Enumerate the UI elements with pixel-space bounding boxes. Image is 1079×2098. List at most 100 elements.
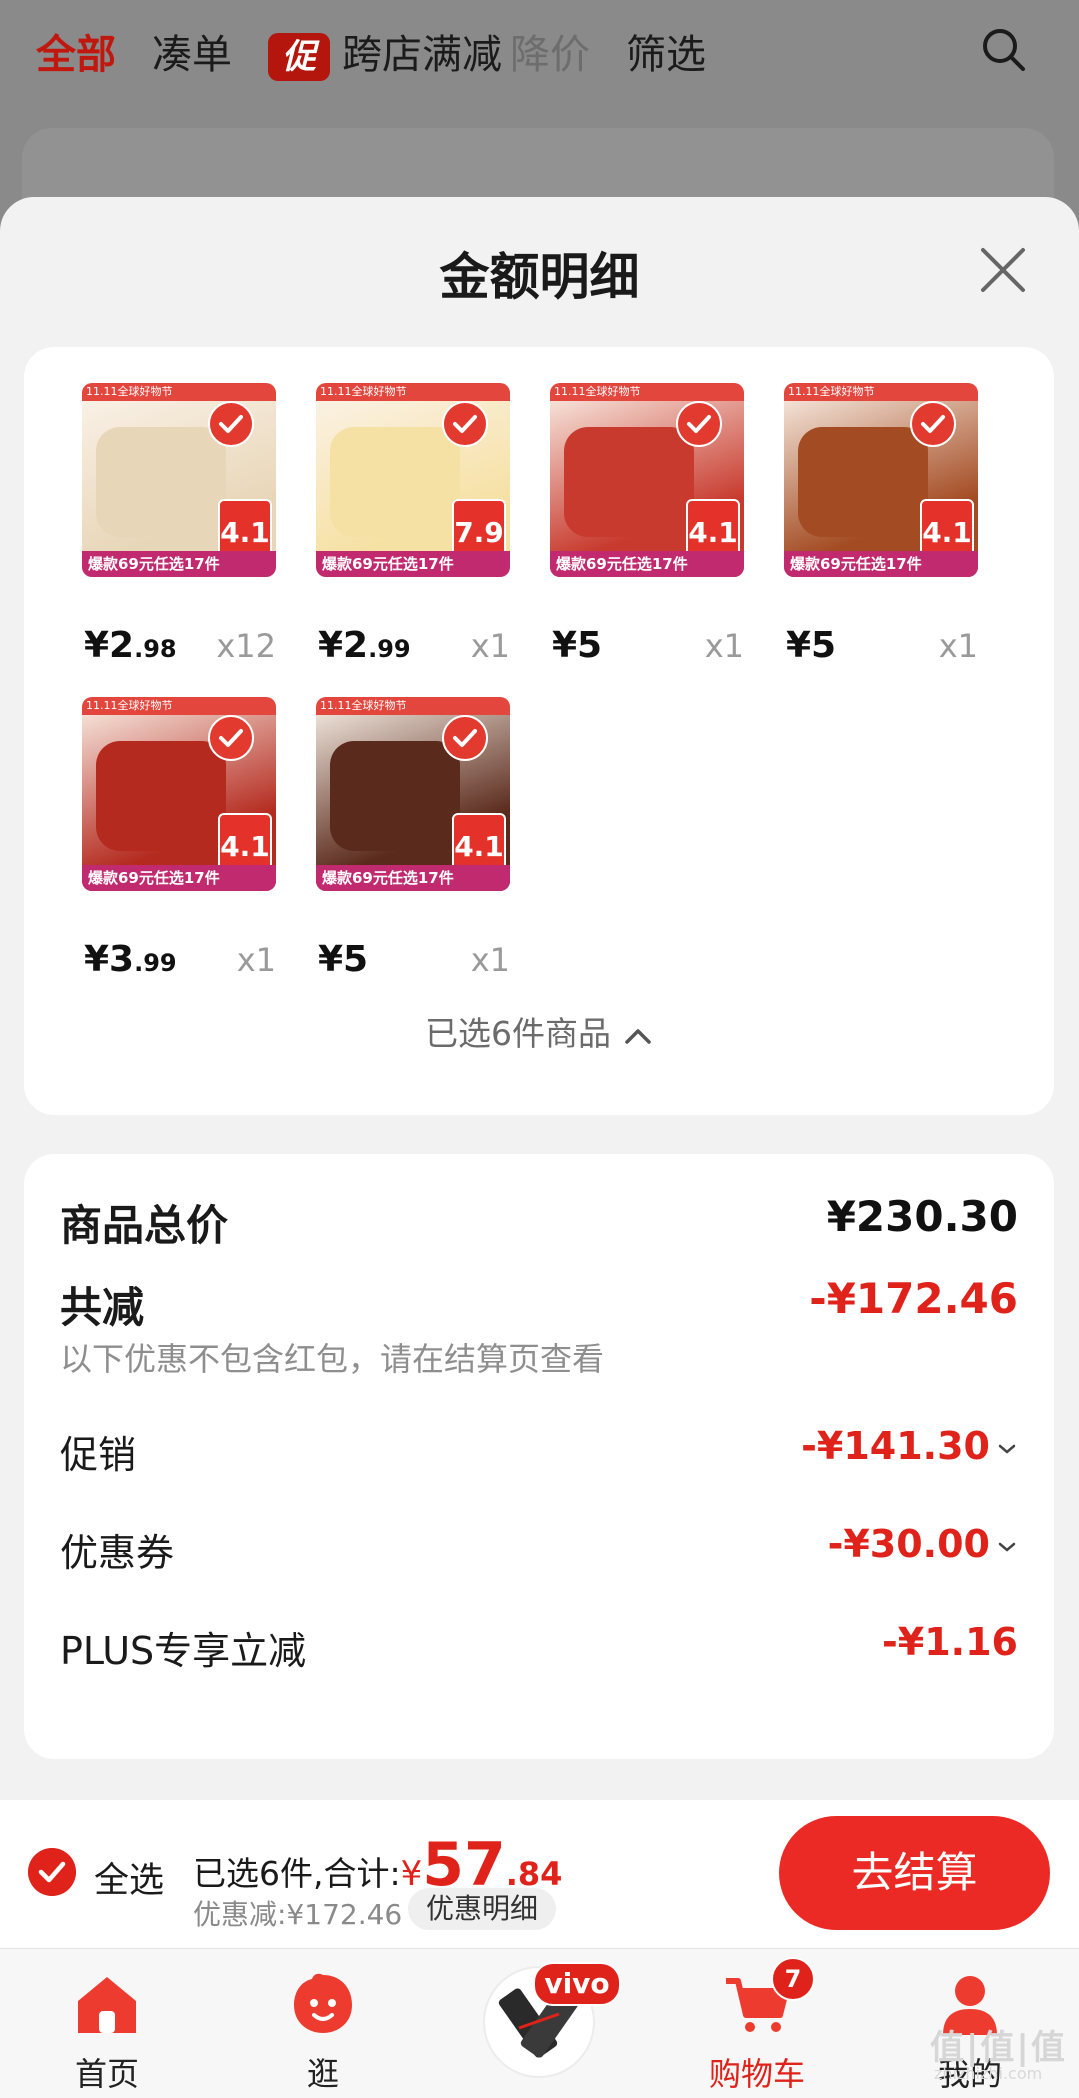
total-reduce-label: 共减 bbox=[60, 1283, 145, 1332]
discount-detail-button[interactable]: 优惠明细 bbox=[408, 1888, 557, 1930]
top-tab-bar: 全部 凑单 促跨店满减 降价 筛选 bbox=[0, 0, 1079, 110]
home-icon bbox=[78, 1977, 136, 2033]
product-image bbox=[330, 427, 460, 537]
product-price-main: ¥5 bbox=[552, 625, 603, 666]
total-reduce-value: -¥172.46 bbox=[809, 1274, 1018, 1323]
product-price-main: ¥2 bbox=[318, 625, 369, 666]
product-thumbnail[interactable]: 11.11全球好物节 7.9 爆款69元任选17件 bbox=[316, 383, 510, 577]
product-promo-band: 爆款69元任选17件 bbox=[316, 865, 510, 891]
tabbar-cart[interactable]: 7 购物车 bbox=[687, 1949, 827, 2098]
product-checked-icon[interactable] bbox=[442, 401, 488, 447]
discount-summary: 优惠减:¥172.46 bbox=[193, 1898, 403, 1931]
product-thumbnail[interactable]: 11.11全球好物节 4.1 爆款69元任选17件 bbox=[316, 697, 510, 891]
tab-filter[interactable]: 筛选 bbox=[626, 22, 706, 80]
tabbar-browse-label: 逛 bbox=[306, 2055, 339, 2093]
product-image bbox=[96, 741, 226, 851]
product-price: ¥5 bbox=[318, 939, 368, 980]
product-price-decimal: .98 bbox=[134, 635, 177, 663]
amount-detail-sheet: 金额明细 11.11全球好物节 4.1 爆款69元任选17件 ¥2.98 x12 11.1… bbox=[0, 197, 1079, 1800]
product-price-main: ¥5 bbox=[786, 625, 837, 666]
promo-badge: 促 bbox=[268, 33, 330, 81]
product-price: ¥2.99 bbox=[318, 625, 411, 666]
product-quantity: x1 bbox=[470, 627, 510, 665]
product-price-main: ¥2 bbox=[84, 625, 135, 666]
coupon-value: -¥30.00 bbox=[827, 1522, 990, 1566]
product-promo-band: 爆款69元任选17件 bbox=[82, 551, 276, 577]
plus-discount-label: PLUS专享立减 bbox=[60, 1629, 307, 1673]
watermark-url: zhizhizhi.com bbox=[934, 2064, 1043, 2083]
product-price-tag: 4.1 bbox=[920, 499, 974, 559]
product-price-tag: 4.1 bbox=[218, 813, 272, 873]
price-summary-card: 商品总价 ¥230.30 共减 -¥172.46 以下优惠不包含红包，请在结算页… bbox=[24, 1154, 1054, 1759]
product-price: ¥5 bbox=[552, 625, 602, 666]
chevron-down-icon bbox=[998, 1444, 1016, 1454]
product-top-strip: 11.11全球好物节 bbox=[82, 383, 276, 401]
product-price: ¥2.98 bbox=[84, 625, 177, 666]
currency-symbol: ¥ bbox=[400, 1854, 423, 1894]
product-promo-band: 爆款69元任选17件 bbox=[316, 551, 510, 577]
chevron-up-icon bbox=[625, 1028, 651, 1044]
product-item[interactable]: 11.11全球好物节 4.1 爆款69元任选17件 ¥5 x1 bbox=[784, 383, 978, 666]
watermark-logo: 值|值|值 bbox=[930, 2028, 1067, 2068]
product-item[interactable]: 11.11全球好物节 4.1 爆款69元任选17件 ¥5 x1 bbox=[316, 697, 510, 980]
checkout-button[interactable]: 去结算 bbox=[779, 1816, 1050, 1930]
tabbar-home[interactable]: 首页 bbox=[37, 1949, 177, 2098]
tabbar-browse[interactable]: 逛 bbox=[253, 1949, 393, 2098]
selected-total-label: 已选6件,合计: bbox=[193, 1854, 401, 1893]
tab-price-drop[interactable]: 降价 bbox=[510, 22, 590, 80]
total-price-value: ¥230.30 bbox=[826, 1192, 1018, 1241]
product-top-strip: 11.11全球好物节 bbox=[316, 383, 510, 401]
tabbar-home-label: 首页 bbox=[74, 2055, 139, 2093]
product-promo-band: 爆款69元任选17件 bbox=[82, 865, 276, 891]
product-price-main: ¥5 bbox=[318, 939, 369, 980]
close-icon[interactable] bbox=[975, 242, 1031, 298]
select-all-label[interactable]: 全选 bbox=[94, 1852, 164, 1903]
product-item[interactable]: 11.11全球好物节 4.1 爆款69元任选17件 ¥5 x1 bbox=[550, 383, 744, 666]
product-thumbnail[interactable]: 11.11全球好物节 4.1 爆款69元任选17件 bbox=[550, 383, 744, 577]
selected-items-toggle[interactable]: 已选6件商品 bbox=[24, 1007, 1054, 1055]
product-price-main: ¥3 bbox=[84, 939, 135, 980]
vivo-badge: vivo bbox=[533, 1962, 621, 2006]
product-item[interactable]: 11.11全球好物节 4.1 爆款69元任选17件 ¥3.99 x1 bbox=[82, 697, 276, 980]
product-checked-icon[interactable] bbox=[442, 715, 488, 761]
product-price: ¥3.99 bbox=[84, 939, 177, 980]
product-top-strip: 11.11全球好物节 bbox=[784, 383, 978, 401]
product-checked-icon[interactable] bbox=[676, 401, 722, 447]
search-icon[interactable] bbox=[980, 26, 1026, 72]
product-image bbox=[330, 741, 460, 851]
product-item[interactable]: 11.11全球好物节 7.9 爆款69元任选17件 ¥2.99 x1 bbox=[316, 383, 510, 666]
product-checked-icon[interactable] bbox=[208, 401, 254, 447]
product-price-decimal: .99 bbox=[134, 949, 177, 977]
tab-all[interactable]: 全部 bbox=[36, 22, 116, 80]
product-checked-icon[interactable] bbox=[910, 401, 956, 447]
checkout-bar: 全选 已选6件,合计:¥57.84 优惠减:¥172.46 优惠明细 去结算 bbox=[0, 1800, 1079, 1948]
select-all-checkbox[interactable] bbox=[28, 1848, 76, 1896]
tab-add-on[interactable]: 凑单 bbox=[152, 22, 232, 80]
product-price-tag: 7.9 bbox=[452, 499, 506, 559]
product-price-tag: 4.1 bbox=[452, 813, 506, 873]
tab-cross-store-discount[interactable]: 促跨店满减 bbox=[268, 22, 502, 81]
product-thumbnail[interactable]: 11.11全球好物节 4.1 爆款69元任选17件 bbox=[82, 697, 276, 891]
product-quantity: x1 bbox=[470, 941, 510, 979]
product-top-strip: 11.11全球好物节 bbox=[316, 697, 510, 715]
sheet-title: 金额明细 bbox=[439, 248, 640, 306]
product-thumbnail[interactable]: 11.11全球好物节 4.1 爆款69元任选17件 bbox=[784, 383, 978, 577]
product-quantity: x12 bbox=[216, 627, 276, 665]
product-thumbnail[interactable]: 11.11全球好物节 4.1 爆款69元任选17件 bbox=[82, 383, 276, 577]
coupon-label: 优惠券 bbox=[60, 1531, 175, 1575]
product-item[interactable]: 11.11全球好物节 4.1 爆款69元任选17件 ¥2.98 x12 bbox=[82, 383, 276, 666]
product-price: ¥5 bbox=[786, 625, 836, 666]
product-quantity: x1 bbox=[938, 627, 978, 665]
product-promo-band: 爆款69元任选17件 bbox=[784, 551, 978, 577]
product-image bbox=[798, 427, 928, 537]
product-top-strip: 11.11全球好物节 bbox=[82, 697, 276, 715]
chevron-down-icon bbox=[998, 1542, 1016, 1552]
coupon-row[interactable]: -¥30.00 bbox=[828, 1522, 1018, 1566]
promotion-row[interactable]: -¥141.30 bbox=[801, 1424, 1018, 1468]
tab-cross-store-label: 跨店满减 bbox=[342, 32, 502, 78]
browse-icon bbox=[294, 1973, 352, 2033]
product-quantity: x1 bbox=[704, 627, 744, 665]
product-top-strip: 11.11全球好物节 bbox=[550, 383, 744, 401]
product-checked-icon[interactable] bbox=[208, 715, 254, 761]
cart-badge: 7 bbox=[771, 1957, 815, 2001]
